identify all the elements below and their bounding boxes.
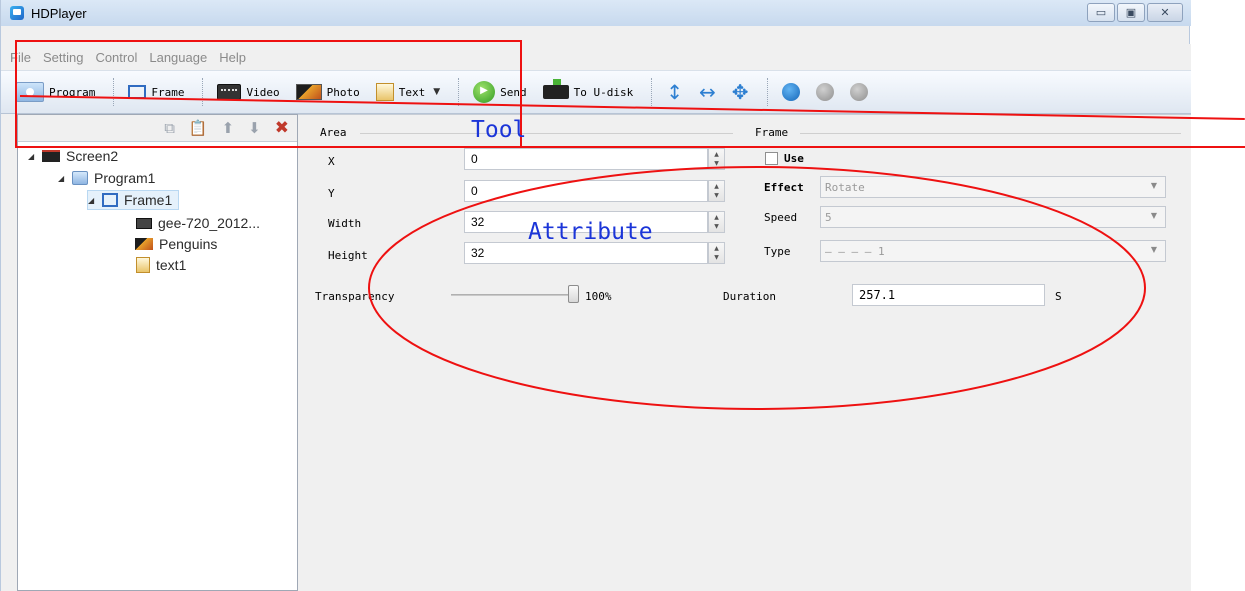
attribute-annotation-text: Attribute: [528, 219, 653, 245]
attribute-annotation-ellipse: [368, 166, 1146, 410]
attribute-annotation-layer: [368, 166, 1146, 410]
